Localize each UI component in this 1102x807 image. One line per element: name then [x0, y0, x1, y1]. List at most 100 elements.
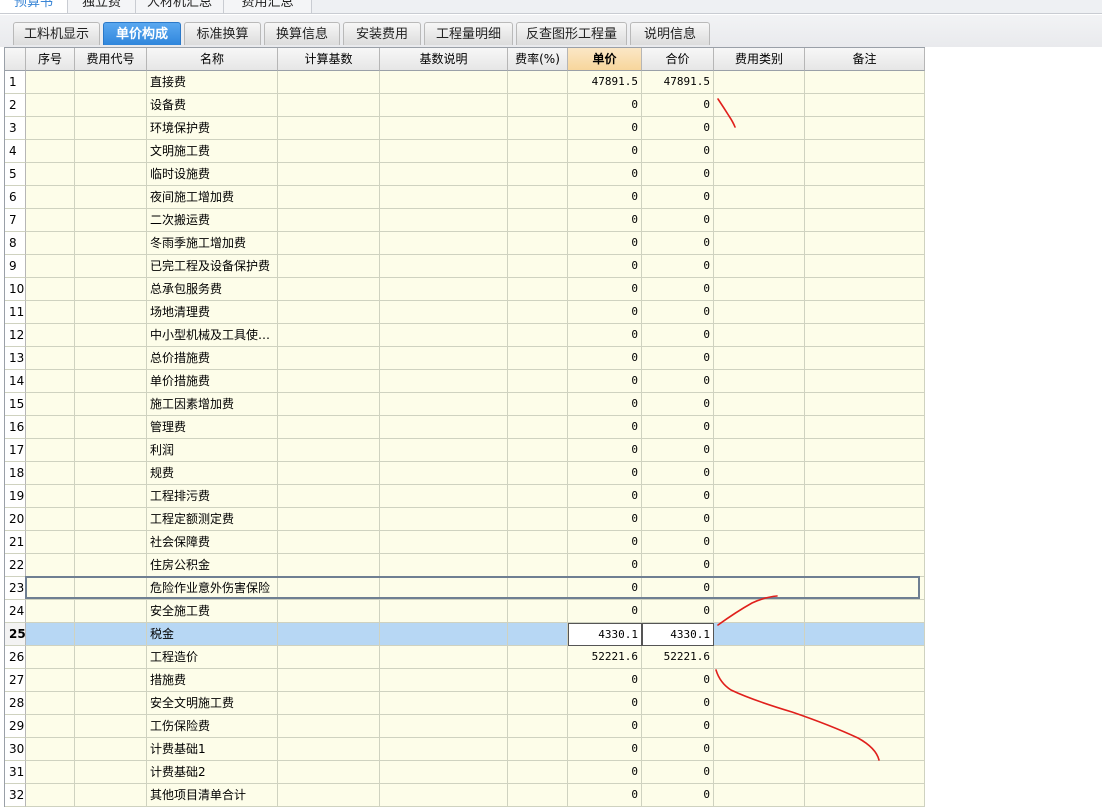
- base-desc-cell[interactable]: [380, 140, 508, 163]
- seq-cell[interactable]: [26, 462, 75, 485]
- name-cell[interactable]: 冬雨季施工增加费: [147, 232, 278, 255]
- base-cell[interactable]: [278, 278, 380, 301]
- row-number[interactable]: 17: [5, 439, 26, 462]
- remark-cell[interactable]: [805, 347, 925, 370]
- code-cell[interactable]: [75, 669, 147, 692]
- rate-cell[interactable]: [508, 163, 568, 186]
- base-desc-cell[interactable]: [380, 623, 508, 646]
- seq-cell[interactable]: [26, 301, 75, 324]
- column-header-5[interactable]: 基数说明: [380, 48, 508, 71]
- seq-cell[interactable]: [26, 393, 75, 416]
- base-cell[interactable]: [278, 738, 380, 761]
- code-cell[interactable]: [75, 94, 147, 117]
- row-number[interactable]: 9: [5, 255, 26, 278]
- name-cell[interactable]: 危险作业意外伤害保险: [147, 577, 278, 600]
- category-cell[interactable]: [714, 577, 805, 600]
- base-cell[interactable]: [278, 761, 380, 784]
- remark-cell[interactable]: [805, 163, 925, 186]
- row-number[interactable]: 4: [5, 140, 26, 163]
- row-number[interactable]: 30: [5, 738, 26, 761]
- name-cell[interactable]: 其他项目清单合计: [147, 784, 278, 807]
- total-price-cell[interactable]: 0: [642, 715, 714, 738]
- category-cell[interactable]: [714, 485, 805, 508]
- category-cell[interactable]: [714, 761, 805, 784]
- total-price-cell[interactable]: 0: [642, 232, 714, 255]
- rate-cell[interactable]: [508, 416, 568, 439]
- code-cell[interactable]: [75, 232, 147, 255]
- tab-7[interactable]: 说明信息: [630, 22, 710, 45]
- name-cell[interactable]: 单价措施费: [147, 370, 278, 393]
- base-desc-cell[interactable]: [380, 554, 508, 577]
- rate-cell[interactable]: [508, 669, 568, 692]
- total-price-cell[interactable]: 0: [642, 692, 714, 715]
- code-cell[interactable]: [75, 393, 147, 416]
- unit-price-cell[interactable]: 0: [568, 255, 642, 278]
- total-price-cell[interactable]: 0: [642, 94, 714, 117]
- total-price-cell[interactable]: 0: [642, 186, 714, 209]
- unit-price-cell[interactable]: 0: [568, 761, 642, 784]
- base-desc-cell[interactable]: [380, 324, 508, 347]
- category-cell[interactable]: [714, 784, 805, 807]
- name-cell[interactable]: 总价措施费: [147, 347, 278, 370]
- base-cell[interactable]: [278, 71, 380, 94]
- base-desc-cell[interactable]: [380, 278, 508, 301]
- total-price-cell[interactable]: 0: [642, 209, 714, 232]
- total-price-cell[interactable]: 47891.5: [642, 71, 714, 94]
- base-desc-cell[interactable]: [380, 439, 508, 462]
- name-cell[interactable]: 安全施工费: [147, 600, 278, 623]
- seq-cell[interactable]: [26, 554, 75, 577]
- category-cell[interactable]: [714, 669, 805, 692]
- code-cell[interactable]: [75, 301, 147, 324]
- total-price-cell[interactable]: 0: [642, 370, 714, 393]
- tab-2[interactable]: 标准换算: [184, 22, 261, 45]
- base-cell[interactable]: [278, 347, 380, 370]
- rate-cell[interactable]: [508, 646, 568, 669]
- name-cell[interactable]: 安全文明施工费: [147, 692, 278, 715]
- name-cell[interactable]: 中小型机械及工具使…: [147, 324, 278, 347]
- row-number[interactable]: 22: [5, 554, 26, 577]
- code-cell[interactable]: [75, 324, 147, 347]
- remark-cell[interactable]: [805, 278, 925, 301]
- code-cell[interactable]: [75, 531, 147, 554]
- remark-cell[interactable]: [805, 393, 925, 416]
- rate-cell[interactable]: [508, 301, 568, 324]
- total-price-cell[interactable]: 0: [642, 117, 714, 140]
- remark-cell[interactable]: [805, 186, 925, 209]
- seq-cell[interactable]: [26, 255, 75, 278]
- base-desc-cell[interactable]: [380, 508, 508, 531]
- unit-price-cell[interactable]: 0: [568, 554, 642, 577]
- code-cell[interactable]: [75, 577, 147, 600]
- category-cell[interactable]: [714, 393, 805, 416]
- code-cell[interactable]: [75, 508, 147, 531]
- base-cell[interactable]: [278, 232, 380, 255]
- base-desc-cell[interactable]: [380, 669, 508, 692]
- category-cell[interactable]: [714, 232, 805, 255]
- base-cell[interactable]: [278, 140, 380, 163]
- base-desc-cell[interactable]: [380, 301, 508, 324]
- code-cell[interactable]: [75, 485, 147, 508]
- code-cell[interactable]: [75, 117, 147, 140]
- total-price-cell[interactable]: 0: [642, 462, 714, 485]
- unit-price-cell[interactable]: 0: [568, 140, 642, 163]
- base-cell[interactable]: [278, 416, 380, 439]
- code-cell[interactable]: [75, 554, 147, 577]
- unit-price-cell[interactable]: 0: [568, 692, 642, 715]
- code-cell[interactable]: [75, 439, 147, 462]
- row-number[interactable]: 16: [5, 416, 26, 439]
- base-cell[interactable]: [278, 301, 380, 324]
- base-cell[interactable]: [278, 393, 380, 416]
- name-cell[interactable]: 已完工程及设备保护费: [147, 255, 278, 278]
- unit-price-cell[interactable]: 0: [568, 577, 642, 600]
- base-desc-cell[interactable]: [380, 209, 508, 232]
- category-cell[interactable]: [714, 554, 805, 577]
- row-number[interactable]: 27: [5, 669, 26, 692]
- rate-cell[interactable]: [508, 485, 568, 508]
- base-desc-cell[interactable]: [380, 761, 508, 784]
- unit-price-cell[interactable]: 0: [568, 485, 642, 508]
- rate-cell[interactable]: [508, 715, 568, 738]
- total-price-cell[interactable]: 0: [642, 485, 714, 508]
- name-cell[interactable]: 税金: [147, 623, 278, 646]
- column-header-0[interactable]: [5, 48, 26, 71]
- total-price-cell[interactable]: 0: [642, 439, 714, 462]
- base-desc-cell[interactable]: [380, 715, 508, 738]
